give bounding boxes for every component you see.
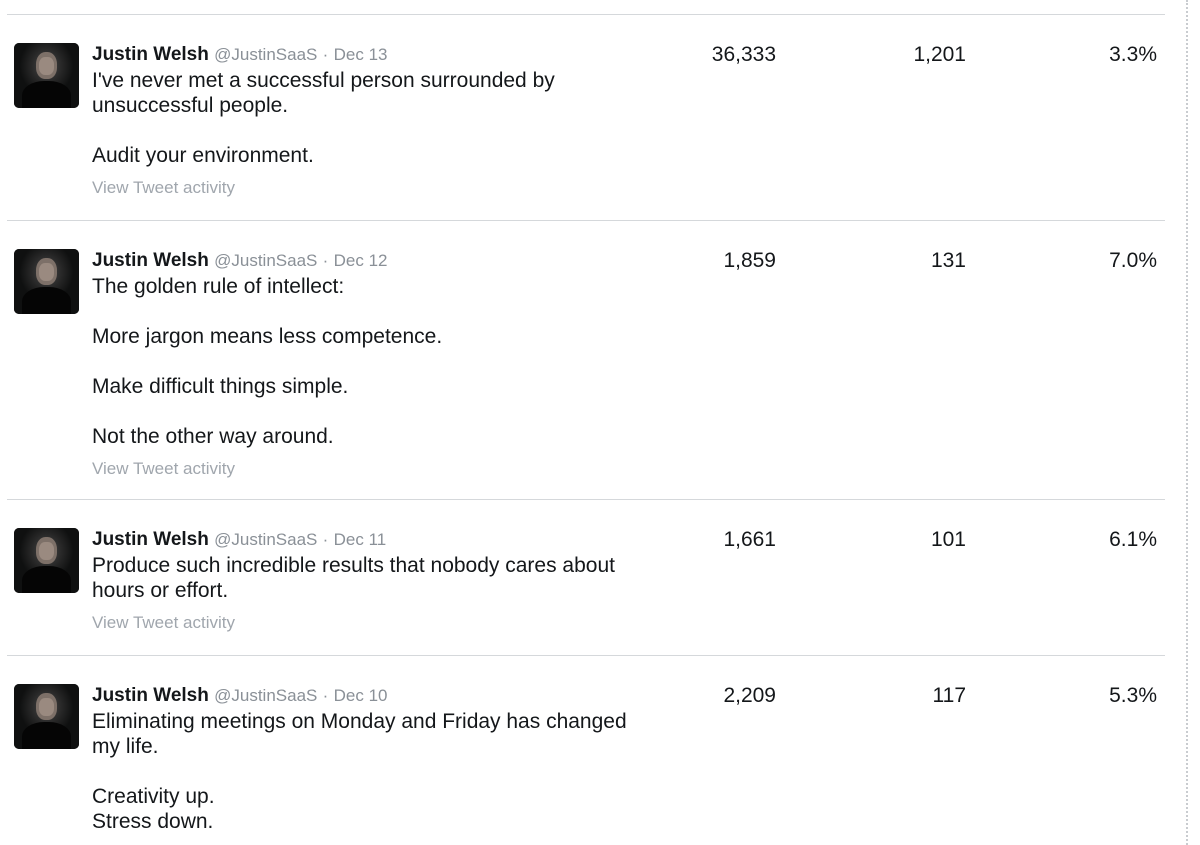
tweet-content: Justin Welsh @JustinSaaS · Dec 12 The go… [92, 249, 652, 480]
tweet-header: Justin Welsh @JustinSaaS · Dec 12 [92, 249, 652, 273]
avatar[interactable] [14, 249, 79, 314]
view-tweet-activity-link[interactable]: View Tweet activity [92, 458, 652, 480]
avatar-face [39, 57, 54, 75]
view-tweet-activity-link[interactable]: View Tweet activity [92, 177, 652, 199]
table-row: Justin Welsh @JustinSaaS · Dec 10 Elimin… [7, 656, 1165, 845]
author-name[interactable]: Justin Welsh [92, 529, 209, 550]
tweet-header: Justin Welsh @JustinSaaS · Dec 10 [92, 684, 652, 708]
author-name[interactable]: Justin Welsh [92, 44, 209, 65]
tweet-text: I've never met a successful person surro… [92, 69, 555, 167]
table-row: Justin Welsh @JustinSaaS · Dec 12 The go… [7, 221, 1165, 500]
view-tweet-activity-link[interactable]: View Tweet activity [92, 612, 652, 634]
engagements-value: 1,201 [913, 43, 966, 66]
avatar[interactable] [14, 684, 79, 749]
table-row: Justin Welsh @JustinSaaS · Dec 11 Produc… [7, 500, 1165, 656]
tweet-text: Produce such incredible results that nob… [92, 554, 615, 602]
tweet-text: The golden rule of intellect: More jargo… [92, 275, 443, 448]
impressions-value: 2,209 [723, 684, 776, 707]
avatar-face [39, 542, 54, 560]
table-row: Justin Welsh @JustinSaaS · Dec 13 I've n… [7, 15, 1165, 221]
avatar-face [39, 698, 54, 716]
tweet-content: Justin Welsh @JustinSaaS · Dec 11 Produc… [92, 528, 652, 634]
engagements-value: 117 [932, 684, 966, 707]
author-handle[interactable]: @JustinSaaS [214, 530, 317, 549]
avatar-shoulders [22, 81, 71, 108]
engagements-value: 131 [930, 249, 966, 272]
impressions-value: 36,333 [711, 43, 776, 66]
separator-dot: · [322, 530, 329, 549]
separator-dot: · [322, 45, 329, 64]
tweet-date[interactable]: Dec 10 [334, 686, 388, 705]
author-name[interactable]: Justin Welsh [92, 250, 209, 271]
separator-dot: · [322, 686, 329, 705]
tweet-content: Justin Welsh @JustinSaaS · Dec 13 I've n… [92, 43, 652, 199]
tweet-text: Eliminating meetings on Monday and Frida… [92, 710, 627, 833]
avatar[interactable] [14, 528, 79, 593]
author-name[interactable]: Justin Welsh [92, 685, 209, 706]
avatar-shoulders [22, 287, 71, 314]
tweet-content: Justin Welsh @JustinSaaS · Dec 10 Elimin… [92, 684, 652, 834]
engagement-rate-value: 7.0% [1109, 249, 1157, 272]
engagement-rate-value: 3.3% [1109, 43, 1157, 66]
tweet-date[interactable]: Dec 11 [334, 530, 387, 549]
separator-dot: · [322, 251, 329, 270]
engagement-rate-value: 5.3% [1109, 684, 1157, 707]
engagements-value: 101 [930, 528, 966, 551]
avatar-shoulders [22, 722, 71, 749]
avatar-shoulders [22, 566, 71, 593]
avatar-face [39, 263, 54, 281]
author-handle[interactable]: @JustinSaaS [214, 251, 317, 270]
impressions-value: 1,859 [723, 249, 776, 272]
engagement-rate-value: 6.1% [1109, 528, 1157, 551]
tweet-date[interactable]: Dec 13 [334, 45, 388, 64]
tweet-date[interactable]: Dec 12 [334, 251, 388, 270]
author-handle[interactable]: @JustinSaaS [214, 686, 317, 705]
tweet-header: Justin Welsh @JustinSaaS · Dec 11 [92, 528, 652, 552]
author-handle[interactable]: @JustinSaaS [214, 45, 317, 64]
avatar[interactable] [14, 43, 79, 108]
tweet-header: Justin Welsh @JustinSaaS · Dec 13 [92, 43, 652, 67]
scroll-edge [1186, 0, 1188, 845]
impressions-value: 1,661 [723, 528, 776, 551]
